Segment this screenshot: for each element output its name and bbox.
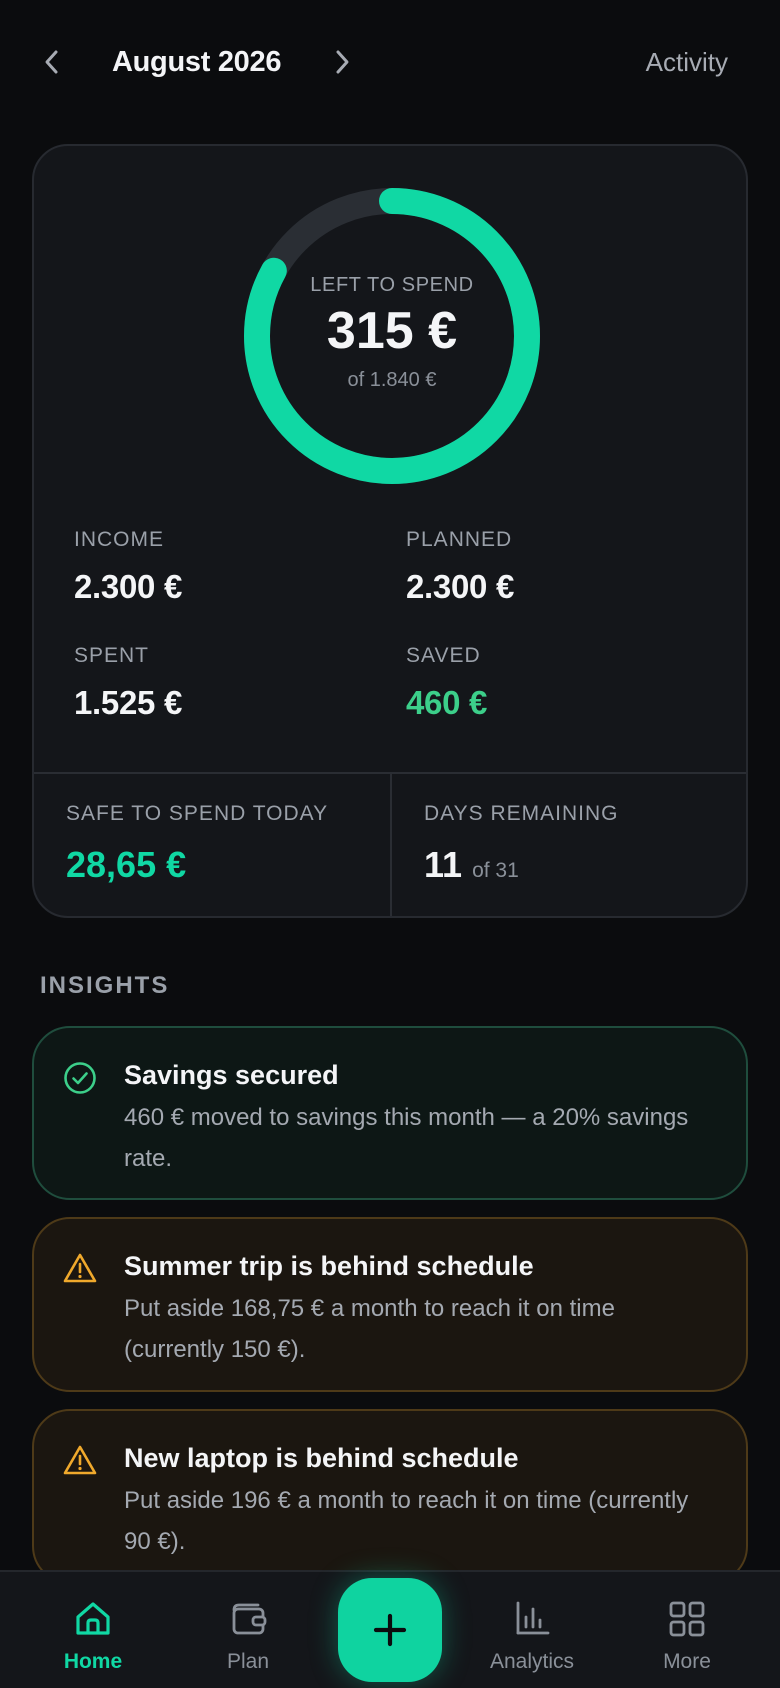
bar-chart-icon <box>516 1601 550 1635</box>
tab-label: More <box>663 1650 711 1673</box>
tab-plan[interactable]: Plan <box>183 1572 313 1688</box>
warning-triangle-icon <box>63 1445 97 1475</box>
days-remaining-cell: DAYS REMAINING 11 of 31 <box>392 774 746 916</box>
activity-link[interactable]: Activity <box>646 40 728 84</box>
safe-to-spend-label: SAFE TO SPEND TODAY <box>66 802 329 825</box>
tab-label: Home <box>63 1650 123 1673</box>
planned-value: 2.300 € <box>406 568 515 605</box>
warning-triangle-icon <box>63 1253 97 1283</box>
check-circle-icon <box>64 1062 96 1094</box>
insight-title: New laptop is behind schedule <box>124 1443 519 1473</box>
income-value: 2.300 € <box>74 568 183 605</box>
insights-heading: INSIGHTS <box>40 972 170 999</box>
chevron-left-icon <box>45 50 58 74</box>
header: August 2026 Activity <box>0 0 780 124</box>
ring-center: LEFT TO SPEND 315 € of 1.840 € <box>242 186 542 486</box>
insight-card-summer-trip[interactable]: Summer trip is behind schedule Put aside… <box>32 1217 748 1392</box>
grid-icon <box>669 1601 705 1637</box>
ring-label: LEFT TO SPEND <box>310 274 474 296</box>
tab-more[interactable]: More <box>622 1572 752 1688</box>
spent-stat: SPENT 1.525 € <box>74 644 182 722</box>
days-remaining-label: DAYS REMAINING <box>424 802 619 825</box>
insight-card-new-laptop[interactable]: New laptop is behind schedule Put aside … <box>32 1409 748 1584</box>
budget-total: of 1.840 € <box>347 369 437 391</box>
left-to-spend-ring: LEFT TO SPEND 315 € of 1.840 € <box>242 186 542 486</box>
add-transaction-button[interactable] <box>338 1578 442 1682</box>
income-stat: INCOME 2.300 € <box>74 528 182 606</box>
safe-to-spend-cell: SAFE TO SPEND TODAY 28,65 € <box>34 774 390 916</box>
tab-label: Analytics <box>489 1650 575 1673</box>
safe-to-spend-value: 28,65 € <box>66 844 187 885</box>
planned-label: PLANNED <box>406 528 513 551</box>
budget-home-screen: August 2026 Activity LEFT TO SPEND 315 €… <box>0 0 780 1688</box>
tab-analytics[interactable]: Analytics <box>467 1572 597 1688</box>
spent-label: SPENT <box>74 644 150 667</box>
days-remaining-value: 11 <box>424 844 463 885</box>
insight-title: Savings secured <box>124 1060 339 1090</box>
tab-home[interactable]: Home <box>28 1572 158 1688</box>
insight-card-savings[interactable]: Savings secured 460 € moved to savings t… <box>32 1026 748 1200</box>
saved-value: 460 € <box>406 684 488 721</box>
budget-summary-card: LEFT TO SPEND 315 € of 1.840 € INCOME 2.… <box>32 144 748 918</box>
month-title: August 2026 <box>112 46 282 78</box>
income-label: INCOME <box>74 528 164 551</box>
insight-body: 460 € moved to savings this month — a 20… <box>124 1104 689 1172</box>
left-to-spend-amount: 315 € <box>326 302 458 360</box>
chevron-right-icon <box>336 50 349 74</box>
insight-body: Put aside 168,75 € a month to reach it o… <box>124 1295 615 1363</box>
planned-stat: PLANNED 2.300 € <box>406 528 514 606</box>
tab-label: Plan <box>226 1650 270 1673</box>
home-icon <box>76 1602 110 1635</box>
previous-month-button[interactable] <box>34 40 70 84</box>
insight-body: Put aside 196 € a month to reach it on t… <box>124 1487 689 1555</box>
insight-title: Summer trip is behind schedule <box>124 1251 534 1281</box>
saved-label: SAVED <box>406 644 481 667</box>
days-remaining-row: 11 of 31 <box>424 844 746 886</box>
next-month-button[interactable] <box>324 40 360 84</box>
wallet-icon <box>232 1603 267 1635</box>
days-total: of 31 <box>472 859 519 882</box>
spent-value: 1.525 € <box>74 684 183 721</box>
saved-stat: SAVED 460 € <box>406 644 487 722</box>
plus-icon <box>373 1613 407 1647</box>
